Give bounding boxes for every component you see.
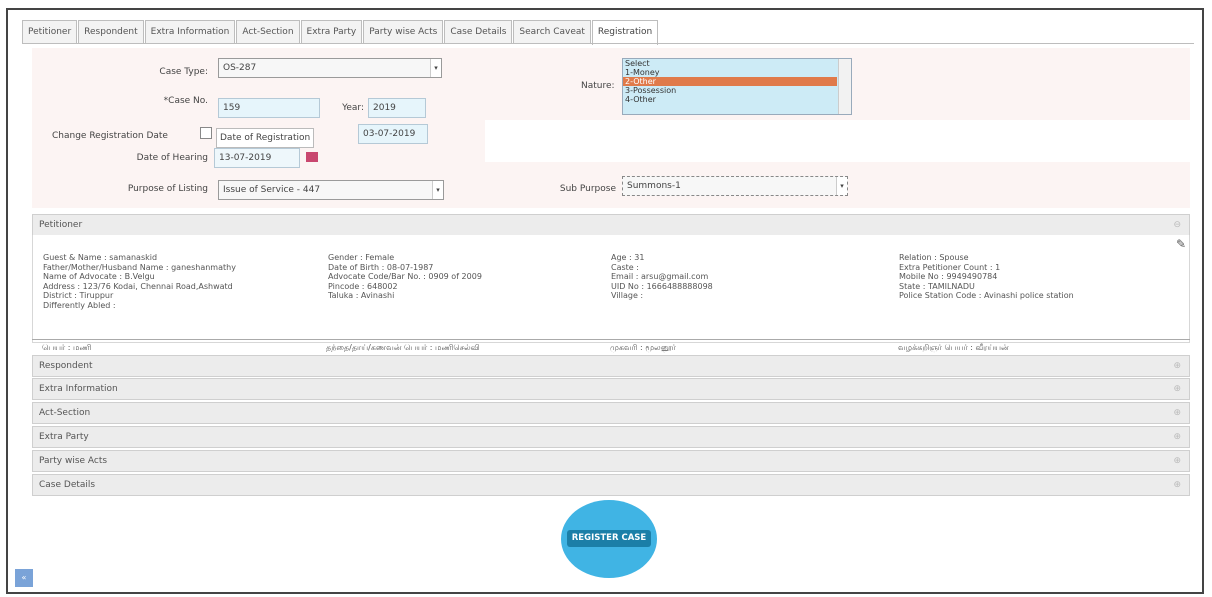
regional-name: பெயர் : மணி (42, 343, 92, 352)
accordion-act-section[interactable]: Act-Section ⊕ (32, 402, 1190, 424)
tab-extra-party[interactable]: Extra Party (300, 20, 363, 43)
nature-option[interactable]: 1-Money (623, 68, 837, 77)
nature-label: Nature: (581, 81, 615, 91)
regional-advocate: வழக்கறிஞர் பெயர் : வீரய்யன் (898, 343, 1009, 352)
detail-line: Caste : (611, 262, 639, 272)
tab-act-section[interactable]: Act-Section (236, 20, 300, 43)
detail-line: Address : 123/76 Kodai, Chennai Road,Ash… (43, 281, 233, 291)
register-case-label: REGISTER CASE (567, 530, 651, 547)
accordion-respondent[interactable]: Respondent ⊕ (32, 355, 1190, 377)
tab-underline (22, 43, 1194, 44)
calendar-icon[interactable] (306, 152, 318, 162)
expand-icon: ⊕ (1173, 361, 1181, 371)
form-spacer (485, 120, 1190, 162)
dbl-arrow-icon[interactable]: « (15, 569, 33, 587)
tab-extra-information[interactable]: Extra Information (144, 20, 236, 43)
regional-relative-name: தந்தை/தாய்/கணவன் பெயர் : மணிசெல்வி (326, 343, 480, 352)
detail-line: Age : 31 (611, 253, 645, 262)
year-input[interactable]: 2019 (368, 98, 426, 118)
accordion-petitioner[interactable]: Petitioner ⊖ (32, 214, 1190, 236)
tab-case-details[interactable]: Case Details (444, 20, 513, 43)
detail-line: Gender : Female (328, 253, 395, 262)
detail-line: Village : (611, 291, 644, 300)
date-of-hearing-label: Date of Hearing (136, 153, 208, 163)
tab-respondent[interactable]: Respondent (78, 20, 144, 43)
petitioner-col-3: Age : 31 Caste : Email : arsu@gmail.com … (611, 253, 713, 301)
nature-listbox[interactable]: Select 1-Money 2-Other 3-Possession 4-Ot… (622, 58, 852, 115)
detail-line: Taluka : Avinashi (328, 291, 395, 300)
petitioner-details: Guest & Name : samanaskid Father/Mother/… (32, 235, 1190, 343)
case-type-value: OS-287 (223, 63, 257, 73)
nature-option[interactable]: 3-Possession (623, 86, 837, 95)
accordion-party-wise-acts[interactable]: Party wise Acts ⊕ (32, 450, 1190, 472)
accordion-title: Petitioner (39, 220, 83, 230)
accordion-title: Respondent (39, 361, 93, 371)
petitioner-col-2: Gender : Female Date of Birth : 08-07-19… (328, 253, 482, 301)
detail-line: Police Station Code : Avinashi police st… (899, 291, 1074, 300)
listbox-scrollbar[interactable] (838, 59, 851, 114)
chevron-down-icon: ▾ (836, 177, 847, 195)
detail-line: Differently Abled : (43, 300, 116, 310)
change-registration-date-checkbox[interactable] (200, 127, 212, 139)
detail-line: UID No : 1666488888098 (611, 281, 713, 291)
case-type-select[interactable]: OS-287 ▾ (218, 58, 442, 78)
detail-line: Relation : Spouse (899, 253, 969, 262)
accordion-title: Act-Section (39, 408, 91, 418)
accordion-title: Extra Party (39, 432, 89, 442)
detail-line: State : TAMILNADU (899, 281, 975, 291)
detail-line: Father/Mother/Husband Name : ganeshanmat… (43, 262, 236, 272)
sub-purpose-label: Sub Purpose (559, 184, 616, 194)
tab-bar: Petitioner Respondent Extra Information … (22, 20, 659, 45)
accordion-title: Case Details (39, 480, 96, 490)
tab-party-wise-acts[interactable]: Party wise Acts (363, 20, 444, 43)
case-no-label: *Case No. (163, 96, 208, 106)
petitioner-col-4: Relation : Spouse Extra Petitioner Count… (899, 253, 1074, 301)
nature-option[interactable]: Select (623, 59, 837, 68)
detail-line: Name of Advocate : B.Velgu (43, 272, 155, 281)
expand-icon: ⊕ (1173, 432, 1181, 442)
date-of-registration-label: Date of Registration (216, 128, 315, 148)
nature-option-selected[interactable]: 2-Other (623, 77, 837, 86)
petitioner-col-1: Guest & Name : samanaskid Father/Mother/… (43, 253, 236, 310)
purpose-of-listing-label: Purpose of Listing (127, 184, 208, 194)
regional-divider (32, 339, 1190, 340)
case-no-input[interactable]: 159 (218, 98, 320, 118)
detail-line: Date of Birth : 08-07-1987 (328, 262, 434, 272)
date-of-registration-input[interactable]: 03-07-2019 (358, 124, 428, 144)
accordion-title: Extra Information (39, 384, 118, 394)
accordion-extra-party[interactable]: Extra Party ⊕ (32, 426, 1190, 448)
accordion-title: Party wise Acts (39, 456, 108, 466)
chevron-down-icon: ▾ (432, 181, 443, 199)
tab-registration[interactable]: Registration (591, 20, 659, 45)
edit-pencil-icon[interactable]: ✎ (1176, 237, 1186, 251)
detail-line: Mobile No : 9949490784 (899, 272, 998, 281)
detail-line: Pincode : 648002 (328, 281, 398, 291)
detail-line: District : Tiruppur (43, 291, 114, 300)
date-of-hearing-input[interactable]: 13-07-2019 (214, 148, 300, 168)
accordion-case-details[interactable]: Case Details ⊕ (32, 474, 1190, 496)
case-type-label: Case Type: (159, 67, 208, 77)
detail-line: Email : arsu@gmail.com (611, 272, 709, 281)
year-label: Year: (342, 103, 364, 113)
nature-option[interactable]: 4-Other (623, 95, 837, 104)
expand-icon: ⊕ (1173, 456, 1181, 466)
register-case-button[interactable]: REGISTER CASE (561, 500, 657, 578)
expand-icon: ⊕ (1173, 408, 1181, 418)
detail-line: Extra Petitioner Count : 1 (899, 262, 1001, 272)
purpose-value: Issue of Service - 447 (223, 185, 321, 195)
tab-petitioner[interactable]: Petitioner (22, 20, 78, 43)
detail-line: Guest & Name : samanaskid (43, 253, 158, 262)
tab-search-caveat[interactable]: Search Caveat (513, 20, 591, 43)
purpose-of-listing-select[interactable]: Issue of Service - 447 ▾ (218, 180, 444, 200)
chevron-down-icon: ▾ (430, 59, 441, 77)
expand-icon: ⊕ (1173, 384, 1181, 394)
detail-line: Advocate Code/Bar No. : 0909 of 2009 (328, 272, 482, 281)
change-registration-date-label: Change Registration Date (52, 131, 168, 141)
expand-icon: ⊖ (1173, 220, 1181, 230)
sub-purpose-value: Summons-1 (627, 181, 681, 191)
sub-purpose-select[interactable]: Summons-1 ▾ (622, 176, 848, 196)
regional-address: முகவரி : மூலனூர் (610, 343, 676, 352)
expand-icon: ⊕ (1173, 480, 1181, 490)
accordion-extra-information[interactable]: Extra Information ⊕ (32, 378, 1190, 400)
